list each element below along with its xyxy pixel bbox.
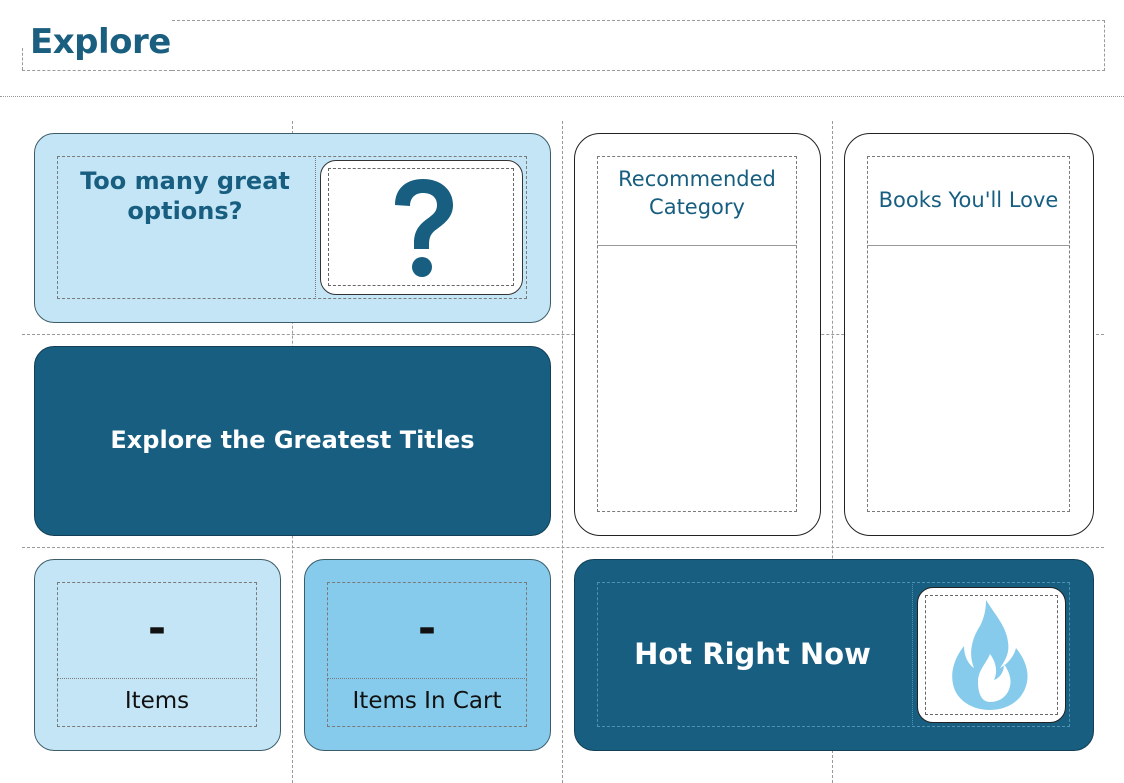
promo-divider [315, 156, 316, 299]
title-frame-bottom [22, 70, 172, 71]
cart-stat-divider [327, 678, 527, 679]
header-divider [0, 96, 1124, 97]
promo-title: Too many great options? [80, 167, 290, 225]
hot-divider [912, 582, 913, 727]
title-frame [172, 20, 1105, 71]
flame-icon [952, 600, 1028, 710]
grid-guide [22, 547, 1104, 548]
items-value: - [147, 603, 167, 654]
page-title: Explore [30, 22, 171, 62]
items-label: Items [124, 688, 190, 714]
books-label: Books You'll Love [878, 188, 1059, 212]
cart-value: - [417, 603, 437, 654]
title-frame-left [22, 48, 23, 70]
items-stat-divider [57, 678, 257, 679]
grid-guide [562, 121, 563, 783]
books-divider [867, 245, 1070, 246]
hot-label: Hot Right Now [634, 637, 871, 671]
recommended-divider [597, 245, 797, 246]
recommended-label: Recommended Category [618, 167, 776, 219]
cart-label: Items In Cart [352, 688, 502, 714]
explore-button-label: Explore the Greatest Titles [110, 426, 475, 454]
question-mark-icon [395, 179, 453, 277]
